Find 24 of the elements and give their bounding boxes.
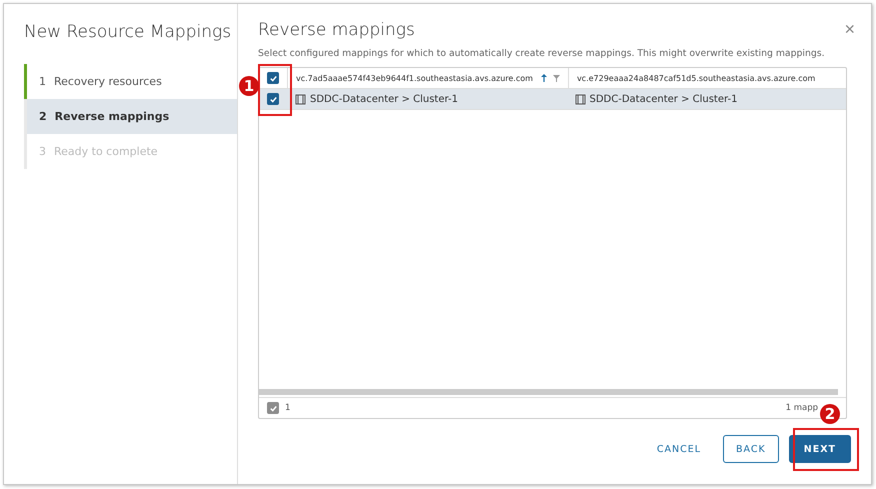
wizard-step[interactable]: 2 Reverse mappings	[27, 99, 237, 134]
scrollbar[interactable]	[259, 389, 838, 395]
description-text: Select configured mappings for which to automatically create reverse mappings. This might overwrite existing mappings.	[258, 48, 826, 59]
total-count: 1 mapp	[786, 403, 818, 413]
selected-count: 1	[285, 403, 290, 413]
cluster-icon	[295, 94, 306, 104]
table-cell: SDDC-Datacenter > Cluster-1	[287, 94, 566, 104]
cancel-button[interactable]: CANCEL	[644, 435, 714, 463]
select-all-checkbox[interactable]	[267, 72, 279, 84]
table-cell: SDDC-Datacenter > Cluster-1	[566, 94, 846, 104]
highlight-frame	[258, 64, 292, 116]
highlight-frame	[793, 428, 859, 471]
column-header[interactable]: vc.7ad5aaae574f43eb9644f1.southeastasia.avs.azure.com	[287, 68, 568, 88]
row-checkbox[interactable]	[267, 93, 279, 105]
filter-icon[interactable]	[552, 74, 560, 82]
next-button[interactable]: NEXT	[788, 435, 851, 463]
back-button[interactable]: BACK	[723, 435, 779, 463]
close-button[interactable]: ×	[844, 20, 855, 38]
selection-checkbox-icon	[267, 402, 279, 414]
sort-arrow-icon[interactable]	[540, 74, 547, 82]
column-header[interactable]: vc.e729eaaa24a8487caf51d5.southeastasia.avs.azure.com	[568, 68, 846, 88]
page-title: Reverse mappings	[258, 20, 416, 40]
wizard-title: New Resource Mappings	[24, 22, 232, 42]
cluster-icon	[574, 94, 586, 104]
